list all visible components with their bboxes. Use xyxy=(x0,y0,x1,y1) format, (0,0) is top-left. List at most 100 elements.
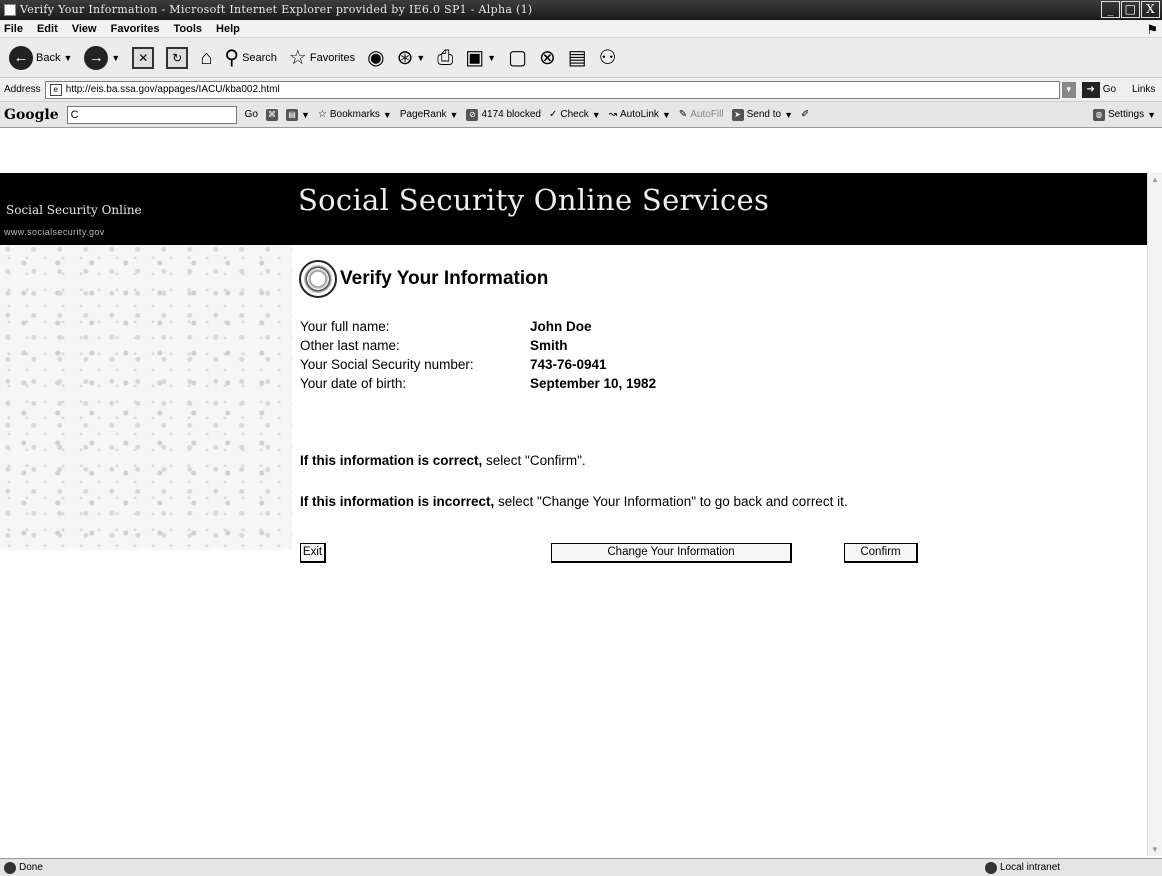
address-dropdown-icon[interactable]: ▼ xyxy=(1061,81,1076,98)
home-button[interactable]: ⌂ xyxy=(197,44,215,72)
page-status-icon xyxy=(4,861,16,874)
forward-dropdown-icon[interactable]: ▼ xyxy=(111,53,120,63)
field-value: September 10, 1982 xyxy=(530,376,657,391)
refresh-button[interactable]: ↻ xyxy=(163,44,191,72)
settings-button[interactable]: ◍ Settings ▼ xyxy=(1092,108,1156,121)
favorites-label: Favorites xyxy=(309,51,356,64)
menu-bar: File Edit View Favorites Tools Help ⚑ xyxy=(0,20,1162,38)
google-logo[interactable]: Google xyxy=(4,107,59,123)
field-label: Your full name: xyxy=(300,319,390,334)
highlight-button[interactable]: ✐ xyxy=(801,109,809,120)
autolink-dropdown-icon: ▼ xyxy=(661,109,671,120)
forward-button[interactable]: → ▼ xyxy=(81,44,123,72)
go-arrow-icon: ➜ xyxy=(1081,81,1100,98)
news-dropdown-icon: ▼ xyxy=(301,109,310,120)
menu-help[interactable]: Help xyxy=(216,20,240,37)
settings-label: Settings xyxy=(1107,109,1145,120)
google-search-input[interactable]: C xyxy=(66,105,237,124)
back-dropdown-icon[interactable]: ▼ xyxy=(63,53,72,63)
minimize-button[interactable]: _ xyxy=(1101,1,1120,18)
bookmarks-dropdown-icon: ▼ xyxy=(382,109,392,120)
incorrect-instruction: If this information is incorrect, select… xyxy=(300,493,920,511)
close-button[interactable]: X xyxy=(1141,1,1160,18)
address-input[interactable]: e http://eis.ba.ssa.gov/appages/IACU/kba… xyxy=(44,80,1060,99)
messenger-button[interactable]: ⊗ xyxy=(536,44,559,72)
google-news-button[interactable]: ▤ ▼ xyxy=(286,108,310,121)
back-label: Back xyxy=(36,51,61,64)
autolink-button[interactable]: ↝ AutoLink ▼ xyxy=(609,109,671,120)
history-button[interactable]: ⊛ ▼ xyxy=(394,44,429,72)
security-zone[interactable]: Local intranet xyxy=(985,859,1060,876)
sidebar-texture xyxy=(0,245,292,550)
security-zone-label: Local intranet xyxy=(1000,862,1061,873)
back-arrow-icon: ← xyxy=(9,45,33,70)
bookmarks-button[interactable]: ☆ Bookmarks ▼ xyxy=(318,109,392,120)
banner-site-name[interactable]: Social Security Online xyxy=(6,203,142,217)
settings-dropdown-icon: ▼ xyxy=(1147,109,1156,120)
contacts-button[interactable]: ⚇ xyxy=(596,44,620,72)
stop-button[interactable]: ✕ xyxy=(129,44,157,72)
google-site-search-button[interactable]: ⌘ xyxy=(266,108,278,121)
window-title: Verify Your Information - Microsoft Inte… xyxy=(20,3,533,16)
google-go-button[interactable]: Go xyxy=(245,109,258,120)
scroll-down-icon[interactable]: ▼ xyxy=(1151,845,1159,854)
favorites-button[interactable]: ☆ Favorites xyxy=(286,44,358,72)
go-button[interactable]: ➜ Go xyxy=(1081,81,1116,98)
menu-file[interactable]: File xyxy=(4,20,23,37)
edit-icon: ▣ xyxy=(465,46,485,69)
research-icon: ▤ xyxy=(567,46,587,69)
address-label: Address xyxy=(4,84,41,95)
pagerank-indicator[interactable]: PageRank ▼ xyxy=(400,109,459,120)
menu-edit[interactable]: Edit xyxy=(37,20,58,37)
address-bar: Address e http://eis.ba.ssa.gov/appages/… xyxy=(0,78,1162,102)
discuss-button[interactable]: ▢ xyxy=(505,44,530,72)
page-viewport: Social Security Online www.socialsecurit… xyxy=(0,128,1162,858)
sendto-dropdown-icon: ▼ xyxy=(784,109,794,120)
autofill-label: AutoFill xyxy=(690,109,724,120)
info-row-dob: Your date of birth: September 10, 1982 xyxy=(300,376,656,395)
research-button[interactable]: ▤ xyxy=(565,44,590,72)
sendto-label: Send to xyxy=(746,109,782,120)
maximize-button[interactable]: □ xyxy=(1121,1,1140,18)
confirm-button[interactable]: Confirm xyxy=(844,543,918,563)
spellcheck-button[interactable]: ✓ Check ▼ xyxy=(549,109,601,120)
site-search-icon: ⌘ xyxy=(266,108,278,121)
pagerank-dropdown-icon: ▼ xyxy=(449,109,459,120)
autofill-button[interactable]: ✎ AutoFill xyxy=(679,109,724,120)
news-icon: ▤ xyxy=(286,108,298,121)
discuss-icon: ▢ xyxy=(508,46,527,69)
media-button[interactable]: ◉ xyxy=(364,44,387,72)
menu-favorites[interactable]: Favorites xyxy=(111,20,160,37)
back-button[interactable]: ← Back ▼ xyxy=(6,44,75,72)
sendto-button[interactable]: ➤ Send to ▼ xyxy=(731,108,794,121)
vertical-scrollbar[interactable]: ▲ ▼ xyxy=(1147,173,1162,856)
incorrect-instruction-bold: If this information is incorrect, xyxy=(300,494,495,509)
sendto-icon: ➤ xyxy=(731,108,744,121)
status-left: Done xyxy=(4,859,43,876)
media-icon: ◉ xyxy=(367,46,385,69)
ie-app-icon xyxy=(4,4,16,16)
edit-button[interactable]: ▣ ▼ xyxy=(462,44,499,72)
field-value: Smith xyxy=(530,338,568,353)
scroll-up-icon[interactable]: ▲ xyxy=(1151,175,1159,184)
popup-blocker-button[interactable]: ⊘ 4174 blocked xyxy=(466,108,541,121)
menu-tools[interactable]: Tools xyxy=(174,20,203,37)
banner-site-url[interactable]: www.socialsecurity.gov xyxy=(4,227,105,237)
favorites-star-icon: ☆ xyxy=(288,46,307,69)
menu-view[interactable]: View xyxy=(72,20,97,37)
history-dropdown-icon[interactable]: ▼ xyxy=(416,53,425,63)
links-button[interactable]: Links xyxy=(1132,84,1155,95)
exit-button[interactable]: Exit xyxy=(300,543,326,563)
edit-dropdown-icon[interactable]: ▼ xyxy=(487,53,496,63)
change-information-button[interactable]: Change Your Information xyxy=(551,543,792,563)
address-url: http://eis.ba.ssa.gov/appages/IACU/kba00… xyxy=(65,84,280,95)
info-row-other-last-name: Other last name: Smith xyxy=(300,338,656,357)
spellcheck-icon: ✓ xyxy=(548,109,558,120)
messenger-icon: ⊗ xyxy=(538,46,556,69)
print-button[interactable]: ⎙ xyxy=(434,44,456,72)
search-button[interactable]: ⚲ Search xyxy=(221,44,280,72)
info-row-ssn: Your Social Security number: 743-76-0941 xyxy=(300,357,656,376)
status-bar: Done Local intranet xyxy=(0,858,1162,876)
popup-blocker-icon: ⊘ xyxy=(466,108,479,121)
info-row-full-name: Your full name: John Doe xyxy=(300,319,656,338)
